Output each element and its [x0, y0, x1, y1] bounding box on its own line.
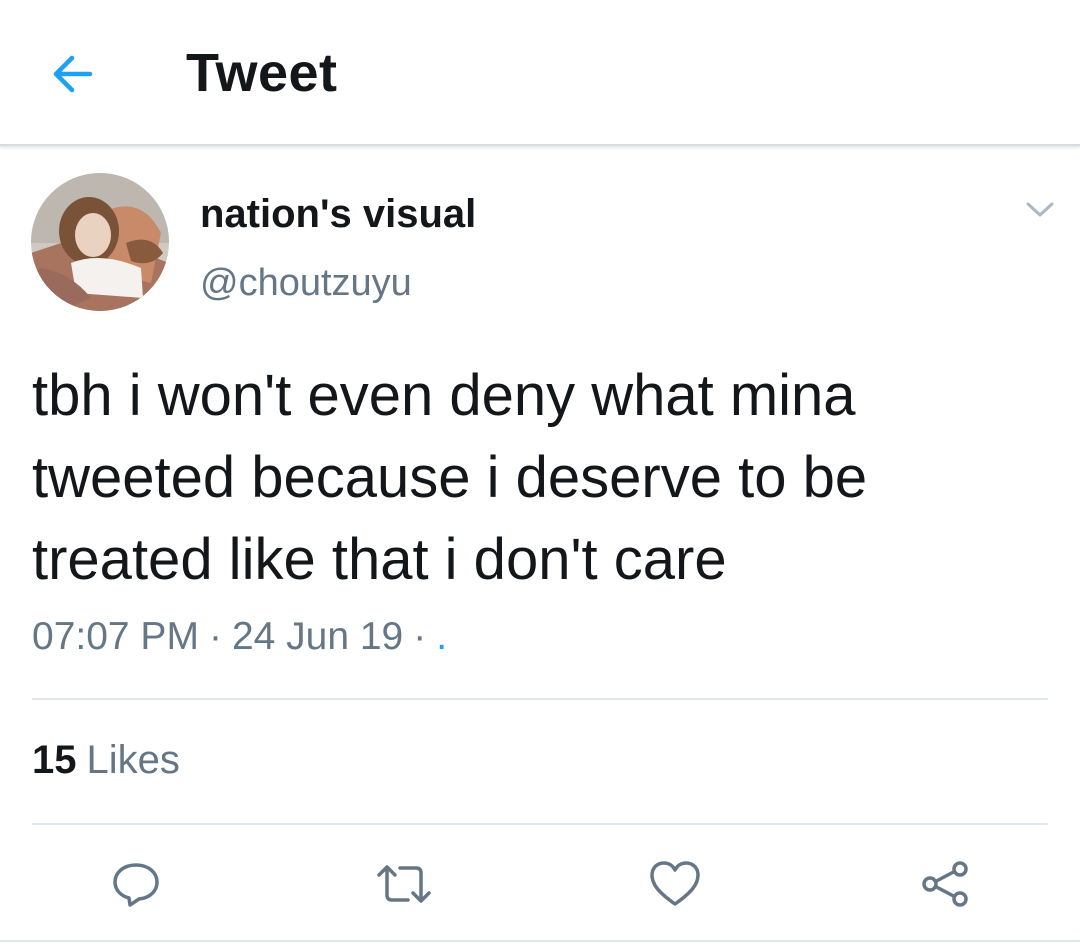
page-title: Tweet	[186, 43, 338, 103]
like-button[interactable]	[643, 852, 707, 916]
author-handle[interactable]: @choutzuyu	[200, 262, 412, 305]
separator: ·	[413, 615, 427, 658]
app-header: Tweet	[0, 0, 1080, 146]
likes-count: 15	[32, 738, 77, 782]
tweet-time: 07:07 PM	[32, 615, 199, 658]
divider	[32, 698, 1048, 700]
divider	[32, 823, 1048, 825]
chevron-down-icon	[1026, 202, 1054, 217]
share-button[interactable]	[913, 852, 977, 916]
reply-icon	[113, 863, 159, 907]
tweet-date: 24 Jun 19	[231, 615, 404, 658]
author-display-name[interactable]: nation's visual	[200, 192, 476, 237]
separator: ·	[208, 615, 222, 658]
retweet-icon	[377, 865, 431, 903]
tweet-metadata: 07:07 PM · 24 Jun 19 ·.	[32, 615, 447, 659]
arrow-left-icon	[53, 55, 93, 93]
avatar[interactable]	[31, 173, 169, 311]
tweet-source-link[interactable]: .	[436, 615, 447, 658]
retweet-button[interactable]	[372, 852, 436, 916]
heart-icon	[650, 861, 700, 906]
reply-button[interactable]	[104, 852, 168, 916]
divider	[0, 940, 1080, 942]
tweet-text: tbh i won't even deny what mina tweeted …	[32, 363, 868, 592]
likes-label: Likes	[86, 738, 180, 782]
back-button[interactable]	[44, 46, 100, 102]
likes-count-link[interactable]: 15 Likes	[32, 738, 180, 783]
tweet-options-button[interactable]	[1016, 192, 1064, 228]
profile-photo	[31, 173, 169, 311]
share-icon	[922, 861, 968, 907]
